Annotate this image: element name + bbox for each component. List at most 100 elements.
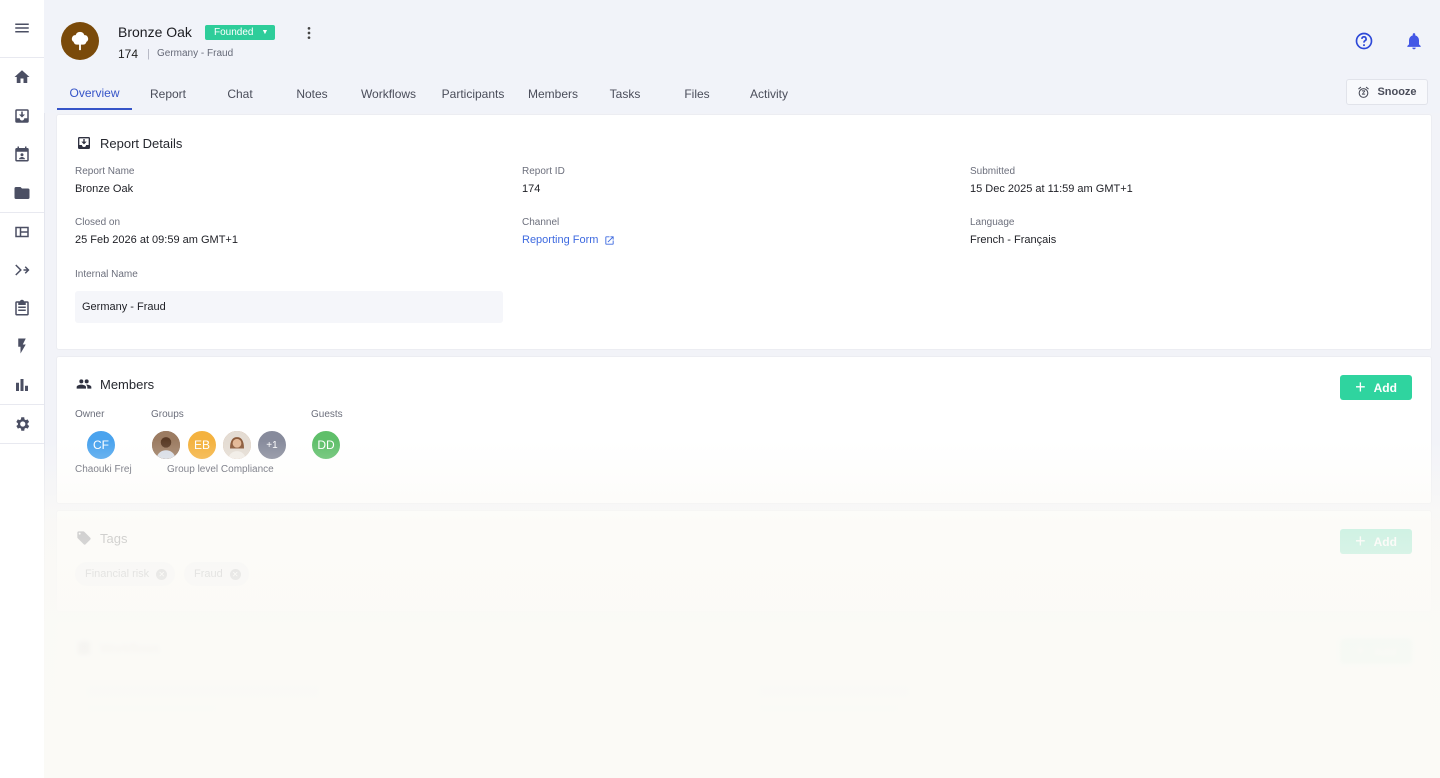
plus-icon: + xyxy=(1355,376,1366,397)
avatar-more-count: +1 xyxy=(266,439,278,451)
report-details-card: Report Details Report Name Bronze Oak Re… xyxy=(56,114,1432,350)
avatar-initials: DD xyxy=(317,438,335,452)
workflow-placeholder-line xyxy=(759,687,909,697)
status-badge[interactable]: Founded ▼ xyxy=(205,25,276,40)
remove-tag-icon[interactable]: ✕ xyxy=(156,568,168,580)
channel-link-label: Reporting Form xyxy=(522,234,599,246)
tree-icon xyxy=(71,31,89,51)
status-badge-label: Founded xyxy=(214,27,254,38)
bar-chart-icon[interactable] xyxy=(0,366,44,404)
add-tag-label: Add xyxy=(1373,534,1397,549)
snooze-button[interactable]: Snooze xyxy=(1346,79,1428,105)
tag-chip: Financial risk ✕ xyxy=(75,562,176,586)
notification-bell-icon[interactable] xyxy=(1404,31,1424,51)
tab-files[interactable]: Files xyxy=(665,77,729,110)
workflows-header: Workflows xyxy=(76,640,160,656)
add-workflow-label: Add xyxy=(1373,644,1397,659)
internal-name-label: Internal Name xyxy=(75,269,138,280)
groups-label: Groups xyxy=(151,409,184,420)
calendar-icon[interactable] xyxy=(0,135,44,173)
header-internal-name: Germany - Fraud xyxy=(157,48,234,59)
tab-report[interactable]: Report xyxy=(136,77,200,110)
sidebar-divider xyxy=(0,443,44,444)
plus-icon: + xyxy=(1355,530,1366,551)
avatar-group-more[interactable]: +1 xyxy=(256,429,288,461)
report-id-label: Report ID xyxy=(522,166,565,177)
menu-icon[interactable] xyxy=(0,9,44,47)
tab-participants[interactable]: Participants xyxy=(433,77,513,110)
help-icon[interactable] xyxy=(1354,31,1374,51)
group-name: Group level Compliance xyxy=(167,464,274,475)
tab-overview[interactable]: Overview xyxy=(57,77,132,110)
owner-label: Owner xyxy=(75,409,105,420)
workflow-placeholder-line xyxy=(759,705,899,712)
avatar-initials: EB xyxy=(193,438,210,452)
avatar-initials: CF xyxy=(93,438,109,452)
person-photo-icon xyxy=(152,431,180,459)
folder-icon[interactable] xyxy=(0,174,44,212)
members-header: Members xyxy=(76,376,154,392)
tag-label: Fraud xyxy=(194,568,223,580)
report-details-title: Report Details xyxy=(100,135,183,151)
external-link-icon xyxy=(605,235,615,245)
people-icon xyxy=(76,379,92,389)
guests-label: Guests xyxy=(311,409,343,420)
avatar-group-member-photo[interactable] xyxy=(150,429,182,461)
add-workflow-button[interactable]: + Add xyxy=(1340,639,1412,664)
tab-workflows[interactable]: Workflows xyxy=(352,77,425,110)
clipboard-icon xyxy=(78,640,90,655)
channel-label: Channel xyxy=(522,217,560,228)
tab-members[interactable]: Members xyxy=(521,77,585,110)
settings-icon[interactable] xyxy=(0,405,44,443)
members-card: Members + Add Owner Groups Guests CF Cha… xyxy=(56,356,1432,504)
tags-header: Tags xyxy=(76,530,127,546)
table-icon[interactable] xyxy=(0,213,44,251)
header-report-id: 174 xyxy=(118,47,139,61)
plus-icon: + xyxy=(1355,640,1366,661)
workflows-card: Workflows + Add xyxy=(56,620,1432,752)
page-header: Bronze Oak Founded ▼ 174 | Germany - Fra… xyxy=(44,0,1440,113)
sidebar xyxy=(0,0,45,778)
closed-on-label: Closed on xyxy=(75,217,121,228)
add-tag-button[interactable]: + Add xyxy=(1340,529,1412,554)
bolt-icon[interactable] xyxy=(0,327,44,365)
owner-name: Chaouki Frej xyxy=(75,464,132,475)
language-label: Language xyxy=(970,217,1015,228)
merge-icon[interactable] xyxy=(0,251,44,289)
more-options-icon[interactable] xyxy=(300,22,318,44)
internal-name-field[interactable]: Germany - Fraud xyxy=(75,291,503,323)
tab-activity[interactable]: Activity xyxy=(737,77,801,110)
submitted-value: 15 Dec 2025 at 11:59 am GMT+1 xyxy=(970,183,1133,195)
tag-icon xyxy=(77,531,91,545)
workflow-placeholder-line xyxy=(87,687,319,697)
inbox-icon[interactable] xyxy=(0,97,44,135)
submitted-label: Submitted xyxy=(970,166,1016,177)
case-logo xyxy=(61,22,99,60)
remove-tag-icon[interactable]: ✕ xyxy=(229,568,241,580)
avatar-group-member[interactable]: EB xyxy=(186,429,218,461)
page-title: Bronze Oak xyxy=(118,24,192,40)
tag-label: Financial risk xyxy=(85,568,150,580)
alarm-clock-icon xyxy=(1358,86,1370,98)
report-name-label: Report Name xyxy=(75,166,135,177)
report-details-header: Report Details xyxy=(76,135,182,151)
tags-card: Tags + Add Financial risk ✕ Fraud ✕ xyxy=(56,510,1432,612)
tab-tasks[interactable]: Tasks xyxy=(593,77,657,110)
person-photo-icon xyxy=(223,431,251,459)
closed-on-value: 25 Feb 2026 at 09:59 am GMT+1 xyxy=(75,234,238,246)
home-icon[interactable] xyxy=(0,58,44,96)
tab-chat[interactable]: Chat xyxy=(208,77,272,110)
report-id-value: 174 xyxy=(522,183,541,195)
members-title: Members xyxy=(100,376,155,392)
header-separator: | xyxy=(147,48,150,60)
snooze-label: Snooze xyxy=(1377,86,1417,98)
avatar-owner[interactable]: CF xyxy=(85,429,117,461)
avatar-guest[interactable]: DD xyxy=(310,429,342,461)
tags-title: Tags xyxy=(100,530,128,546)
inbox-icon xyxy=(78,137,90,149)
add-member-button[interactable]: + Add xyxy=(1340,375,1412,400)
tab-notes[interactable]: Notes xyxy=(280,77,344,110)
clipboard-icon[interactable] xyxy=(0,289,44,327)
channel-link[interactable]: Reporting Form xyxy=(522,234,615,246)
avatar-group-member-photo[interactable] xyxy=(221,429,253,461)
